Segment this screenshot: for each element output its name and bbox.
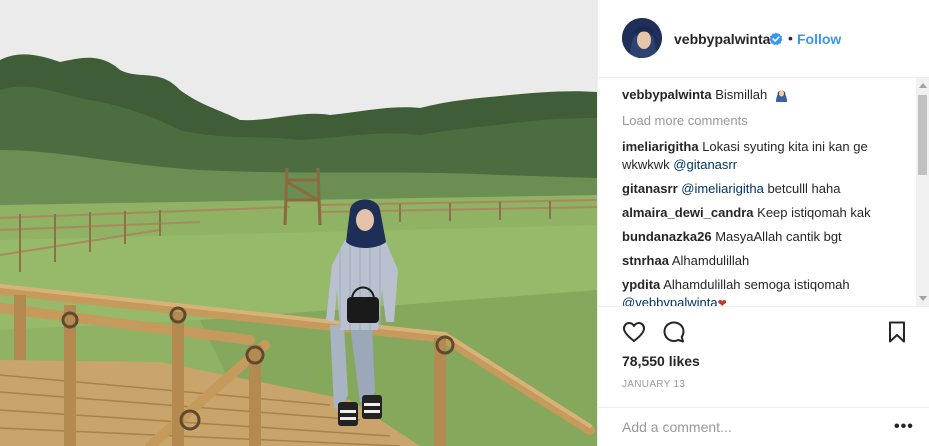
comment-username[interactable]: bundanazka26: [622, 229, 712, 244]
heart-icon[interactable]: [621, 319, 647, 345]
add-comment-bar: •••: [598, 407, 929, 446]
comment-mention[interactable]: @gitanasrr: [673, 157, 737, 172]
photo-scene: [0, 0, 597, 446]
comment-item: gitanasrr @imeliarigitha betculll haha: [622, 180, 904, 198]
comment-username[interactable]: stnrhaa: [622, 253, 669, 268]
comments-list: vebbypalwinta Bismillah Load more commen…: [622, 86, 904, 306]
header-username[interactable]: vebbypalwinta: [674, 31, 770, 47]
comment-item: almaira_dewi_candra Keep istiqomah kak: [622, 204, 904, 222]
caption-username[interactable]: vebbypalwinta: [622, 87, 712, 102]
add-comment-input[interactable]: [622, 416, 872, 438]
verified-badge-icon: [769, 32, 783, 46]
post-panel: vebbypalwinta • Follow vebbypalwinta Bis…: [597, 0, 929, 446]
scrollbar-thumb[interactable]: [918, 95, 927, 175]
comment-text: Keep istiqomah kak: [757, 205, 871, 220]
follow-button[interactable]: Follow: [797, 31, 841, 47]
bookmark-icon[interactable]: [884, 319, 910, 345]
avatar-image: [622, 18, 662, 58]
comment-mention[interactable]: @imeliarigitha: [681, 181, 764, 196]
comment-item: stnrhaa Alhamdulillah: [622, 252, 904, 270]
comment-text: Alhamdulillah semoga istiqomah: [663, 277, 850, 292]
person-with-headscarf-emoji-icon: [775, 90, 787, 102]
comment-username[interactable]: ypdita: [622, 277, 660, 292]
comment-item: imeliarigitha Lokasi syuting kita ini ka…: [622, 138, 904, 174]
scroll-up-arrow-icon[interactable]: [919, 83, 927, 88]
comment-username[interactable]: imeliarigitha: [622, 139, 699, 154]
comment-text: Alhamdulillah: [671, 253, 750, 268]
comments-scrollbar[interactable]: [916, 78, 929, 306]
comment-mention[interactable]: @vebbypalwinta: [622, 295, 718, 306]
post-photo[interactable]: [0, 0, 597, 446]
comment-username[interactable]: gitanasrr: [622, 181, 678, 196]
load-more-comments[interactable]: Load more comments: [622, 112, 904, 130]
scroll-down-arrow-icon[interactable]: [919, 296, 927, 301]
comment-bubble-icon[interactable]: [661, 319, 687, 345]
likes-count[interactable]: 78,550 likes: [622, 353, 700, 369]
caption: vebbypalwinta Bismillah: [622, 86, 904, 106]
more-options-icon[interactable]: •••: [894, 418, 914, 436]
header-separator: •: [788, 30, 793, 46]
comment-item: bundanazka26 MasyaAllah cantik bgt: [622, 228, 904, 246]
post-header: vebbypalwinta • Follow: [598, 0, 929, 78]
avatar[interactable]: [622, 18, 662, 58]
comment-item: ypdita Alhamdulillah semoga istiqomah @v…: [622, 276, 904, 306]
post-actions: 78,550 likes JANUARY 13 •••: [598, 306, 929, 446]
comment-text: MasyaAllah cantik bgt: [715, 229, 842, 244]
caption-text: Bismillah: [715, 87, 768, 102]
red-heart-emoji-icon: ❤: [717, 298, 727, 306]
comment-text: betculll haha: [767, 181, 841, 196]
comment-username[interactable]: almaira_dewi_candra: [622, 205, 754, 220]
post-date[interactable]: JANUARY 13: [622, 379, 685, 390]
